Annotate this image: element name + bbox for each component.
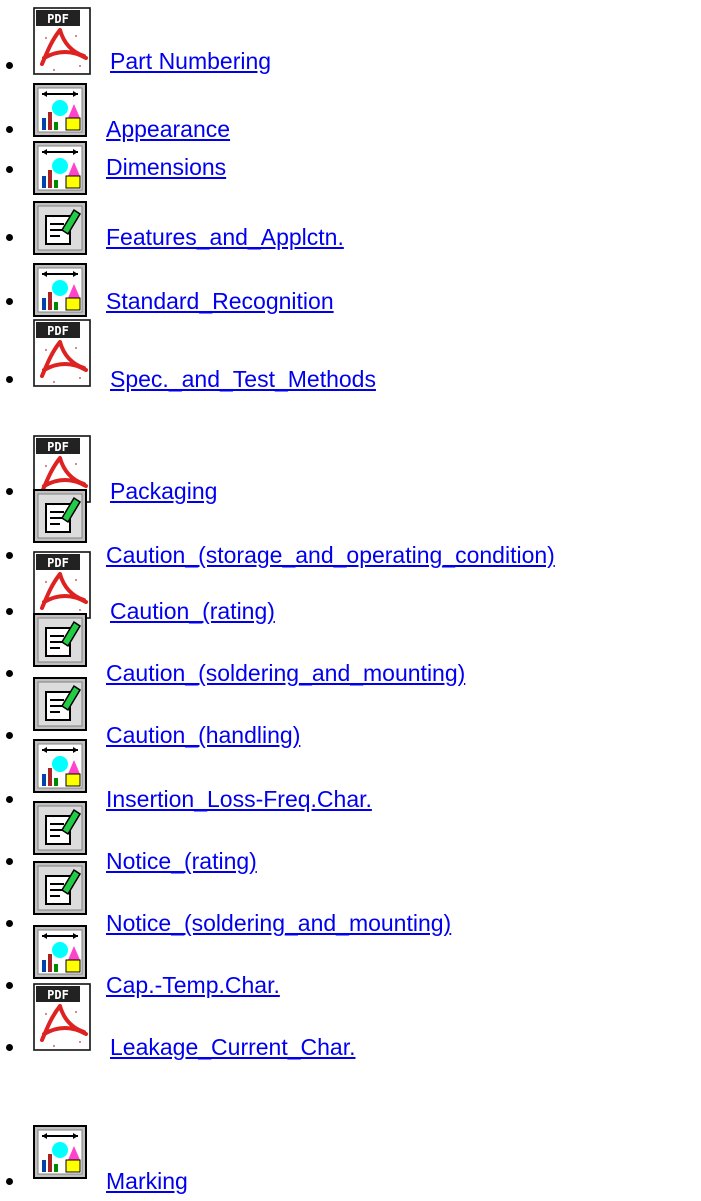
document-link[interactable]: Caution_(handling) xyxy=(106,722,300,748)
chart-icon[interactable] xyxy=(32,1124,104,1201)
document-link[interactable]: Caution_(storage_and_operating_condition… xyxy=(106,542,555,568)
document-link[interactable]: Marking xyxy=(106,1168,188,1194)
bullet-marker xyxy=(6,62,13,69)
svg-text:PDF: PDF xyxy=(47,324,69,338)
bullet-marker xyxy=(6,858,13,865)
bullet-marker xyxy=(6,552,13,559)
list-item: Marking xyxy=(0,0,701,1194)
bullet-marker xyxy=(6,982,13,989)
document-link[interactable]: Standard_Recognition xyxy=(106,288,334,314)
bullet-marker xyxy=(6,670,13,677)
svg-text:PDF: PDF xyxy=(47,556,69,570)
document-link[interactable]: Features_and_Applctn. xyxy=(106,224,344,250)
bullet-marker xyxy=(6,608,13,615)
document-link[interactable]: Spec._and_Test_Methods xyxy=(110,366,376,392)
pdf-icon[interactable]: PDF xyxy=(32,982,104,1059)
document-link[interactable]: Cap.-Temp.Char. xyxy=(106,972,280,998)
bullet-marker xyxy=(6,488,13,495)
bullet-marker xyxy=(6,1044,13,1051)
bullet-marker xyxy=(6,732,13,739)
bullet-marker xyxy=(6,1178,13,1185)
document-link[interactable]: Notice_(soldering_and_mounting) xyxy=(106,910,451,936)
pdf-icon[interactable]: PDF xyxy=(32,318,104,395)
document-link[interactable]: Caution_(rating) xyxy=(110,598,275,624)
document-link[interactable]: Dimensions xyxy=(106,154,226,180)
bullet-marker xyxy=(6,298,13,305)
bullet-marker xyxy=(6,920,13,927)
document-link[interactable]: Notice_(rating) xyxy=(106,848,257,874)
bullet-marker xyxy=(6,376,13,383)
svg-text:PDF: PDF xyxy=(47,988,69,1002)
bullet-marker xyxy=(6,126,13,133)
document-link[interactable]: Caution_(soldering_and_mounting) xyxy=(106,660,465,686)
svg-text:PDF: PDF xyxy=(47,440,69,454)
document-list: PDF Part Numbering Appearance Dimensions Fea… xyxy=(0,0,701,1195)
bullet-marker xyxy=(6,796,13,803)
bullet-marker xyxy=(6,166,13,173)
document-link[interactable]: Insertion_Loss-Freq.Char. xyxy=(106,786,372,812)
document-link[interactable]: Packaging xyxy=(110,478,217,504)
document-link[interactable]: Appearance xyxy=(106,116,230,142)
document-link[interactable]: Leakage_Current_Char. xyxy=(110,1034,356,1060)
bullet-marker xyxy=(6,234,13,241)
